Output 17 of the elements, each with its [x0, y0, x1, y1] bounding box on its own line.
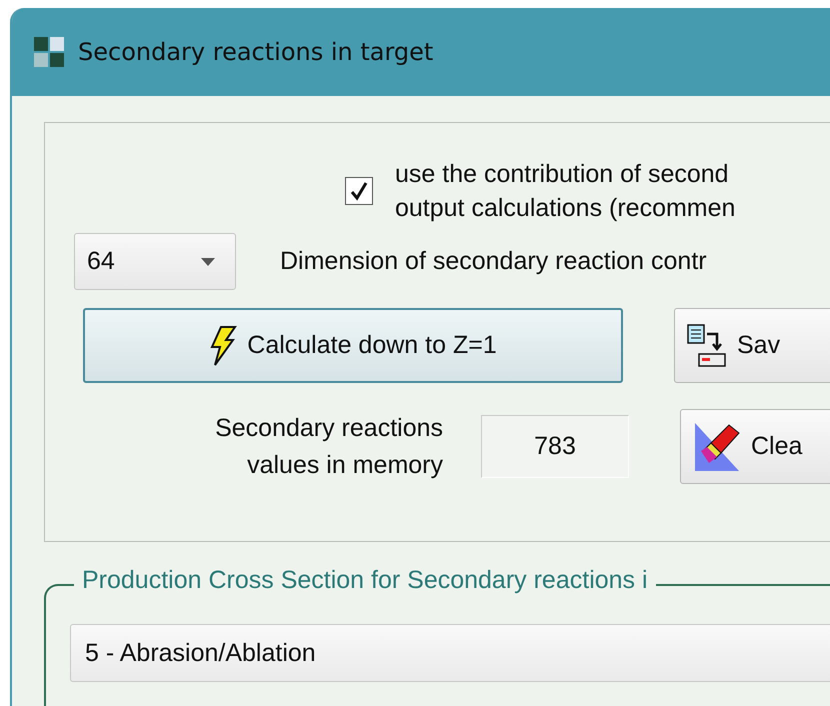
calculate-button[interactable]: Calculate down to Z=1: [83, 308, 623, 383]
document-arrow-icon: [687, 324, 727, 368]
window-title: Secondary reactions in target: [78, 38, 434, 66]
clear-button[interactable]: Clea: [680, 409, 830, 484]
dimension-dropdown[interactable]: 64: [74, 233, 236, 290]
eraser-icon: [693, 420, 741, 472]
memory-value-field: 783: [481, 415, 629, 478]
caret-icon: [201, 258, 215, 266]
save-button[interactable]: Sav: [674, 308, 830, 383]
checkbox-label: use the contribution of second output calculations (recommen: [395, 159, 736, 224]
dimension-label: Dimension of secondary reaction contr: [280, 247, 707, 276]
checkmark-icon: [350, 181, 368, 201]
app-icon: [34, 37, 64, 67]
cross-section-dropdown[interactable]: 5 - Abrasion/Ablation: [70, 624, 830, 682]
lightning-icon: [209, 326, 238, 366]
checkbox[interactable]: [345, 177, 373, 205]
memory-label: Secondary reactions values in memory: [214, 412, 443, 480]
